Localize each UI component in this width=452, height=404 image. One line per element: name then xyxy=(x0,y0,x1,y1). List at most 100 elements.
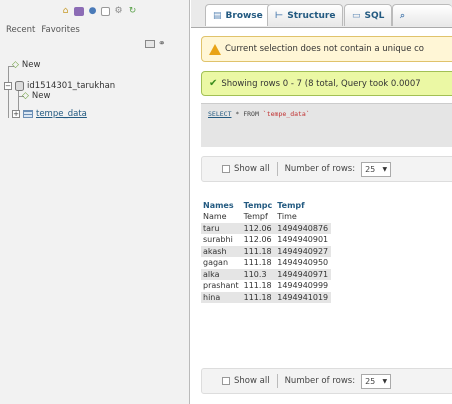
tree-label-table[interactable]: tempe_data xyxy=(36,109,87,119)
main-panel: ▤ Browse ⊢ Structure ▭ SQL ⌕ Current sel… xyxy=(191,0,452,404)
column-header-names[interactable]: Names xyxy=(201,200,242,211)
table-cell: 1494940950 xyxy=(275,257,332,269)
rows-count-label: Number of rows: xyxy=(284,164,356,174)
table-icon xyxy=(23,110,33,118)
tab-sql[interactable]: ▭ SQL xyxy=(344,4,393,26)
table-cell: prashant xyxy=(201,280,242,292)
tree-label-database: id1514301_tarukhan xyxy=(27,81,116,91)
sql-table-name: `tempe_data` xyxy=(262,110,310,118)
table-cell: 112.06 xyxy=(241,222,276,234)
settings-icon[interactable]: ⚙ xyxy=(113,6,124,17)
table-cell: akash xyxy=(201,245,242,257)
results-table: Names Tempc Tempf Name Tempf Time taru 1… xyxy=(201,200,332,303)
table-cell: 1494940999 xyxy=(275,280,332,292)
column-header-tempc[interactable]: Tempc xyxy=(241,200,276,211)
show-all-checkbox[interactable] xyxy=(222,165,230,173)
table-row: alka 110.3 1494940971 xyxy=(201,268,332,280)
table-row: gagan 111.18 1494940950 xyxy=(201,257,332,269)
rows-count-select[interactable]: 25 ▼ xyxy=(361,161,392,177)
warning-text: Current selection does not contain a uni… xyxy=(225,44,424,54)
separator xyxy=(276,374,278,388)
nav-tabs: Recent Favorites xyxy=(6,25,80,35)
pagination-bottom: Show all Number of rows: 25 ▼ xyxy=(201,368,452,394)
table-cell: 110.3 xyxy=(241,268,276,280)
table-cell: Time xyxy=(275,211,332,223)
tree-item-table[interactable]: + tempe_data xyxy=(12,109,87,119)
browse-icon: ▤ xyxy=(213,10,222,21)
warning-notice: Current selection does not contain a uni… xyxy=(201,36,452,62)
table-cell: 1494940927 xyxy=(275,245,332,257)
database-tree: ◇ New − id1514301_tarukhan ◇ New + tempe… xyxy=(0,58,188,178)
table-row: akash 111.18 1494940927 xyxy=(201,245,332,257)
show-all-label: Show all xyxy=(234,164,270,174)
tree-item-db-new[interactable]: ◇ New xyxy=(22,91,50,101)
collapse-expander-icon[interactable]: − xyxy=(4,82,12,90)
table-cell: surabhi xyxy=(201,234,242,246)
nav-icon-bar: ⌂ ● ⚙ ↻ xyxy=(60,4,138,18)
rows-count-value: 25 xyxy=(365,164,376,174)
column-header-tempf[interactable]: Tempf xyxy=(275,200,332,211)
checkmark-icon: ✔ xyxy=(209,78,218,89)
tab-browse[interactable]: ▤ Browse xyxy=(205,4,271,26)
new-table-icon: ◇ xyxy=(22,91,29,101)
home-icon[interactable]: ⌂ xyxy=(60,6,71,17)
collapse-controls: ⚭ xyxy=(145,39,166,49)
warning-icon xyxy=(209,43,221,55)
tab-recent[interactable]: Recent xyxy=(6,25,35,35)
tab-favorites[interactable]: Favorites xyxy=(41,25,79,35)
table-cell: Tempf xyxy=(241,211,276,223)
table-row: surabhi 112.06 1494940901 xyxy=(201,234,332,246)
tree-label-db-new: New xyxy=(31,91,51,101)
tab-sql-label: SQL xyxy=(364,10,385,21)
table-cell: gagan xyxy=(201,257,242,269)
table-cell: Name xyxy=(201,211,242,223)
reload-icon[interactable]: ↻ xyxy=(127,6,138,17)
table-cell: 111.18 xyxy=(241,280,276,292)
search-icon: ⌕ xyxy=(400,10,406,21)
tab-search[interactable]: ⌕ xyxy=(392,4,452,26)
table-row: hina 111.18 1494941019 xyxy=(201,291,332,303)
tree-item-new[interactable]: ◇ New xyxy=(12,60,40,70)
rows-count-select[interactable]: 25 ▼ xyxy=(361,373,392,389)
docs-page-icon[interactable] xyxy=(101,6,110,16)
success-message: ✔ Showing rows 0 - 7 (8 total, Query too… xyxy=(201,71,452,96)
chevron-down-icon: ▼ xyxy=(382,165,388,173)
database-icon xyxy=(15,81,24,91)
sql-query: SELECT * FROM `tempe_data` xyxy=(208,110,310,118)
sql-keyword-select[interactable]: SELECT xyxy=(208,110,231,118)
tab-browse-label: Browse xyxy=(225,10,263,21)
chevron-down-icon: ▼ xyxy=(382,377,388,385)
tab-bar: ▤ Browse ⊢ Structure ▭ SQL ⌕ xyxy=(191,0,452,28)
table-cell: 111.18 xyxy=(241,245,276,257)
table-row: Name Tempf Time xyxy=(201,211,332,223)
table-cell: 1494940901 xyxy=(275,234,332,246)
structure-icon: ⊢ xyxy=(275,10,284,21)
table-cell: hina xyxy=(201,291,242,303)
sql-query-box: SELECT * FROM `tempe_data` xyxy=(201,103,452,147)
navigation-panel: ⌂ ● ⚙ ↻ Recent Favorites ⚭ ◇ New − id151… xyxy=(0,0,190,404)
documentation-icon[interactable]: ● xyxy=(87,6,98,17)
query-window-icon[interactable] xyxy=(74,6,84,16)
table-header-row: Names Tempc Tempf xyxy=(201,200,332,211)
table-cell: 1494940876 xyxy=(275,222,332,234)
show-all-label: Show all xyxy=(234,376,270,386)
tree-label-new: New xyxy=(21,60,41,70)
table-cell: alka xyxy=(201,268,242,280)
table-row: taru 112.06 1494940876 xyxy=(201,222,332,234)
expand-expander-icon[interactable]: + xyxy=(12,110,20,118)
table-cell: 111.18 xyxy=(241,257,276,269)
tab-structure-label: Structure xyxy=(287,10,336,21)
sql-icon: ▭ xyxy=(352,10,361,21)
sql-query-text: * FROM xyxy=(231,110,263,118)
success-text: Showing rows 0 - 7 (8 total, Query took … xyxy=(221,78,421,89)
tab-structure[interactable]: ⊢ Structure xyxy=(267,4,344,26)
collapse-all-icon[interactable] xyxy=(145,40,155,48)
table-row: prashant 111.18 1494940999 xyxy=(201,280,332,292)
table-cell: 112.06 xyxy=(241,234,276,246)
tree-item-database[interactable]: − id1514301_tarukhan xyxy=(4,81,115,91)
separator xyxy=(276,162,278,176)
table-cell: 111.18 xyxy=(241,291,276,303)
show-all-checkbox[interactable] xyxy=(222,377,230,385)
rows-count-label: Number of rows: xyxy=(284,376,356,386)
link-with-main-icon[interactable]: ⚭ xyxy=(158,39,166,49)
